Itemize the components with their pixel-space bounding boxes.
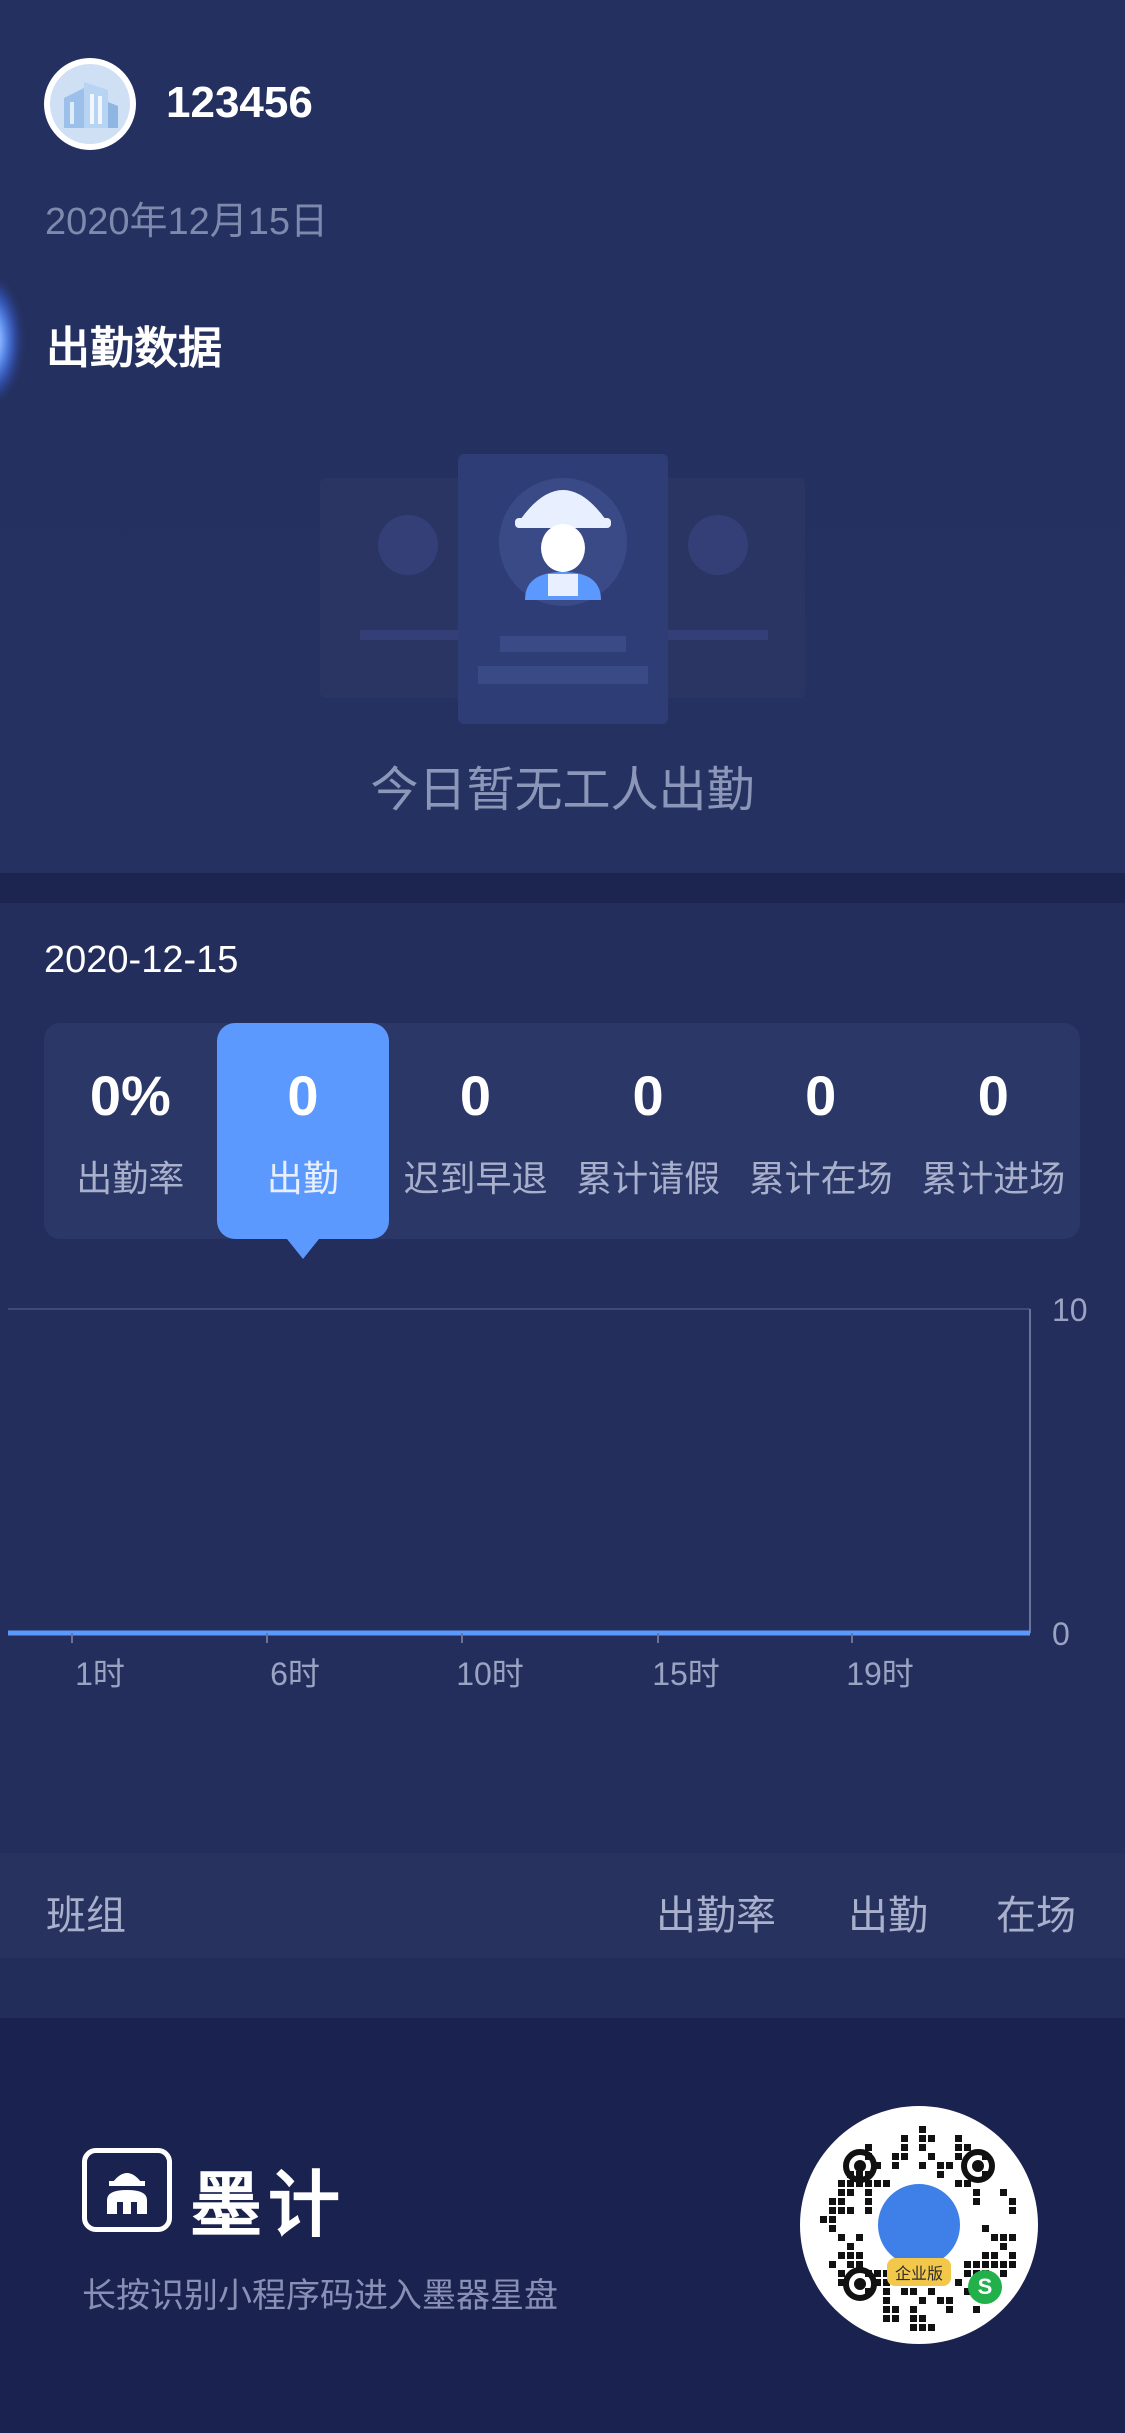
- glow-decoration: [0, 280, 20, 400]
- chart-x-tick-label: 10时: [456, 1656, 524, 1692]
- empty-state-illustration: [320, 454, 805, 724]
- stat-label: 出勤率: [76, 1158, 185, 1199]
- stat-value: 0: [632, 1064, 664, 1127]
- chart-x-tick-label: 19时: [846, 1656, 914, 1692]
- team-table-body: [0, 1958, 1125, 2018]
- chart-y-tick-label: 10: [1052, 1293, 1088, 1328]
- section-title: 出勤数据: [46, 324, 222, 373]
- stat-value: 0: [459, 1064, 492, 1127]
- stat-attendance[interactable]: 0 出勤: [216, 1023, 390, 1259]
- attendance-header-section: 123456 2020年12月15日 出勤数据 今日暂无工人出勤: [0, 0, 1125, 873]
- qr-badge-label: 企业版: [886, 2258, 952, 2286]
- stats-section: 2020-12-15 0% 出勤率 0 出勤 0 迟到早退 0 累计请假 0 累…: [0, 903, 1125, 1853]
- username: 123456: [166, 78, 313, 127]
- attendance-chart: 10 0 1时 6时 10时 15时 19时: [8, 1293, 1088, 1692]
- building-icon: [50, 64, 130, 144]
- worker-helmet-icon: [107, 2173, 147, 2214]
- footer: 墨计 长按识别小程序码进入墨器星盘 企业版 S: [0, 2018, 1125, 2433]
- mini-program-icon: S: [968, 2270, 1002, 2304]
- col-onsite: 在场: [996, 1894, 1076, 1938]
- chart-y-tick-label: 0: [1052, 1616, 1070, 1652]
- header-date: 2020年12月15日: [45, 201, 329, 243]
- stat-value: 0: [805, 1064, 837, 1127]
- stat-label: 出勤: [266, 1158, 339, 1199]
- col-team: 班组: [46, 1894, 126, 1938]
- stat-label: 累计进场: [921, 1158, 1066, 1199]
- stat-value: 0%: [89, 1064, 171, 1127]
- stat-label: 迟到早退: [403, 1158, 548, 1199]
- stat-label: 累计请假: [576, 1158, 721, 1199]
- stat-total-entry[interactable]: 0 累计进场: [907, 1023, 1080, 1239]
- stats-date[interactable]: 2020-12-15: [44, 939, 238, 982]
- team-table-header: 班组 出勤率 出勤 在场: [0, 1853, 1125, 1958]
- empty-state-text: 今日暂无工人出勤: [370, 764, 755, 817]
- brand-logo: [82, 2148, 172, 2232]
- col-attendance-rate: 出勤率: [656, 1894, 776, 1938]
- stat-label: 累计在场: [748, 1158, 893, 1199]
- stat-value: 0: [287, 1064, 319, 1127]
- stat-total-leave[interactable]: 0 累计请假: [562, 1023, 735, 1239]
- avatar[interactable]: [44, 58, 136, 150]
- footer-hint: 长按识别小程序码进入墨器星盘: [82, 2277, 558, 2315]
- col-attendance: 出勤: [848, 1894, 928, 1938]
- stats-tab-bar: 0% 出勤率 0 出勤 0 迟到早退 0 累计请假 0 累计在场 0 累计进场: [44, 1023, 1080, 1259]
- stat-attendance-rate[interactable]: 0% 出勤率: [44, 1023, 217, 1239]
- brand-name: 墨计: [190, 2166, 347, 2246]
- mini-program-qr-code[interactable]: 企业版 S: [800, 2106, 1038, 2344]
- chart-x-tick-label: 1时: [75, 1656, 125, 1692]
- divider: [0, 873, 1125, 903]
- chart-x-tick-label: 6时: [270, 1656, 320, 1692]
- chart-x-tick-label: 15时: [652, 1656, 720, 1692]
- stat-total-onsite[interactable]: 0 累计在场: [734, 1023, 907, 1239]
- stat-value: 0: [977, 1064, 1009, 1127]
- stat-late-early[interactable]: 0 迟到早退: [389, 1023, 562, 1239]
